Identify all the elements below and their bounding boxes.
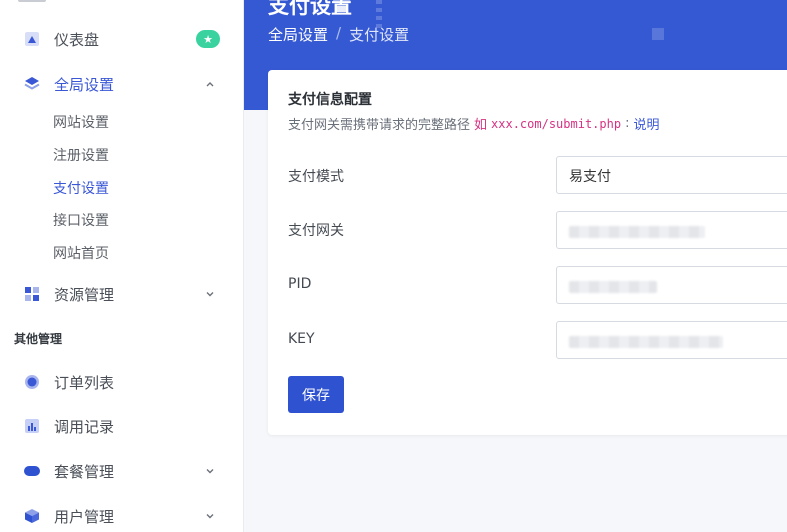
desc-example-word: 如 [474,118,488,133]
desc-code: xxx.com/submit.php [491,116,622,131]
sidebar-item-label: 订单列表 [54,373,115,392]
desc-text: 支付网关需携带请求的完整路径 [288,118,471,133]
card-title: 支付信息配置 [288,92,372,108]
redacted-value [569,281,657,293]
page-title: 支付设置 [268,0,352,18]
sidebar-item-label: 仪表盘 [54,30,100,49]
chevron-up-icon [204,78,216,90]
sidebar-item-users[interactable]: 用户管理 [0,496,244,532]
field-label-gateway: 支付网关 [288,223,344,239]
sidebar-subitem-register-settings[interactable]: 注册设置 [53,144,109,168]
sidebar-subitem-api-settings[interactable]: 接口设置 [53,209,109,233]
circle-icon [23,373,41,391]
sidebar-item-label: 全局设置 [54,75,115,94]
grid-icon [23,285,41,303]
layers-icon [23,75,41,93]
payment-mode-select[interactable]: 易支付 [556,156,787,194]
chevron-down-icon [204,465,216,477]
desc-separator: : [625,116,630,131]
sidebar-item-dashboard[interactable]: 仪表盘 ★ [0,19,244,59]
payment-config-card: 支付信息配置 支付网关需携带请求的完整路径 如 xxx.com/submit.p… [268,70,787,435]
dashboard-icon [23,30,41,48]
sidebar-subitem-site-settings[interactable]: 网站设置 [53,111,109,135]
field-label-mode: 支付模式 [288,169,344,185]
section-title-other: 其他管理 [14,332,63,346]
redacted-value [569,226,705,238]
star-badge: ★ [196,30,220,48]
chevron-down-icon [204,510,216,522]
sidebar-item-orders[interactable]: 订单列表 [0,362,244,402]
logo-fragment [18,0,46,2]
sidebar-item-packages[interactable]: 套餐管理 [0,451,244,491]
payment-mode-value: 易支付 [569,169,611,185]
field-label-key: KEY [288,331,315,347]
sidebar: 仪表盘 ★ 全局设置 网站设置 注册设置 支付设置 接口设置 网站首页 资源管理… [0,0,244,532]
key-input[interactable] [556,321,787,359]
save-button[interactable]: 保存 [288,376,344,413]
sidebar-item-label: 套餐管理 [54,462,115,481]
chart-icon [23,417,41,435]
sidebar-item-label: 调用记录 [54,417,115,436]
redacted-value [569,336,723,348]
field-label-pid: PID [288,276,312,292]
pid-input[interactable] [556,266,787,304]
sidebar-item-label: 资源管理 [54,285,115,304]
sidebar-item-call-records[interactable]: 调用记录 [0,406,244,446]
sidebar-item-global-settings[interactable]: 全局设置 [0,64,244,104]
breadcrumb: 全局设置 / 支付设置 [268,24,409,45]
help-link[interactable]: 说明 [633,114,659,133]
breadcrumb-separator: / [336,24,342,42]
card-description: 支付网关需携带请求的完整路径 如 xxx.com/submit.php : 说明 [288,114,659,133]
cube-icon [23,507,41,525]
gateway-input[interactable] [556,211,787,249]
breadcrumb-current: 支付设置 [349,26,410,44]
sidebar-subitem-homepage[interactable]: 网站首页 [53,242,109,266]
breadcrumb-global-settings[interactable]: 全局设置 [268,24,328,45]
chevron-down-icon [204,288,216,300]
pill-icon [23,462,41,480]
sidebar-item-resources[interactable]: 资源管理 [0,274,244,314]
sidebar-item-label: 用户管理 [54,507,115,526]
header-decoration [652,28,664,40]
sidebar-subitem-payment-settings[interactable]: 支付设置 [53,177,109,201]
